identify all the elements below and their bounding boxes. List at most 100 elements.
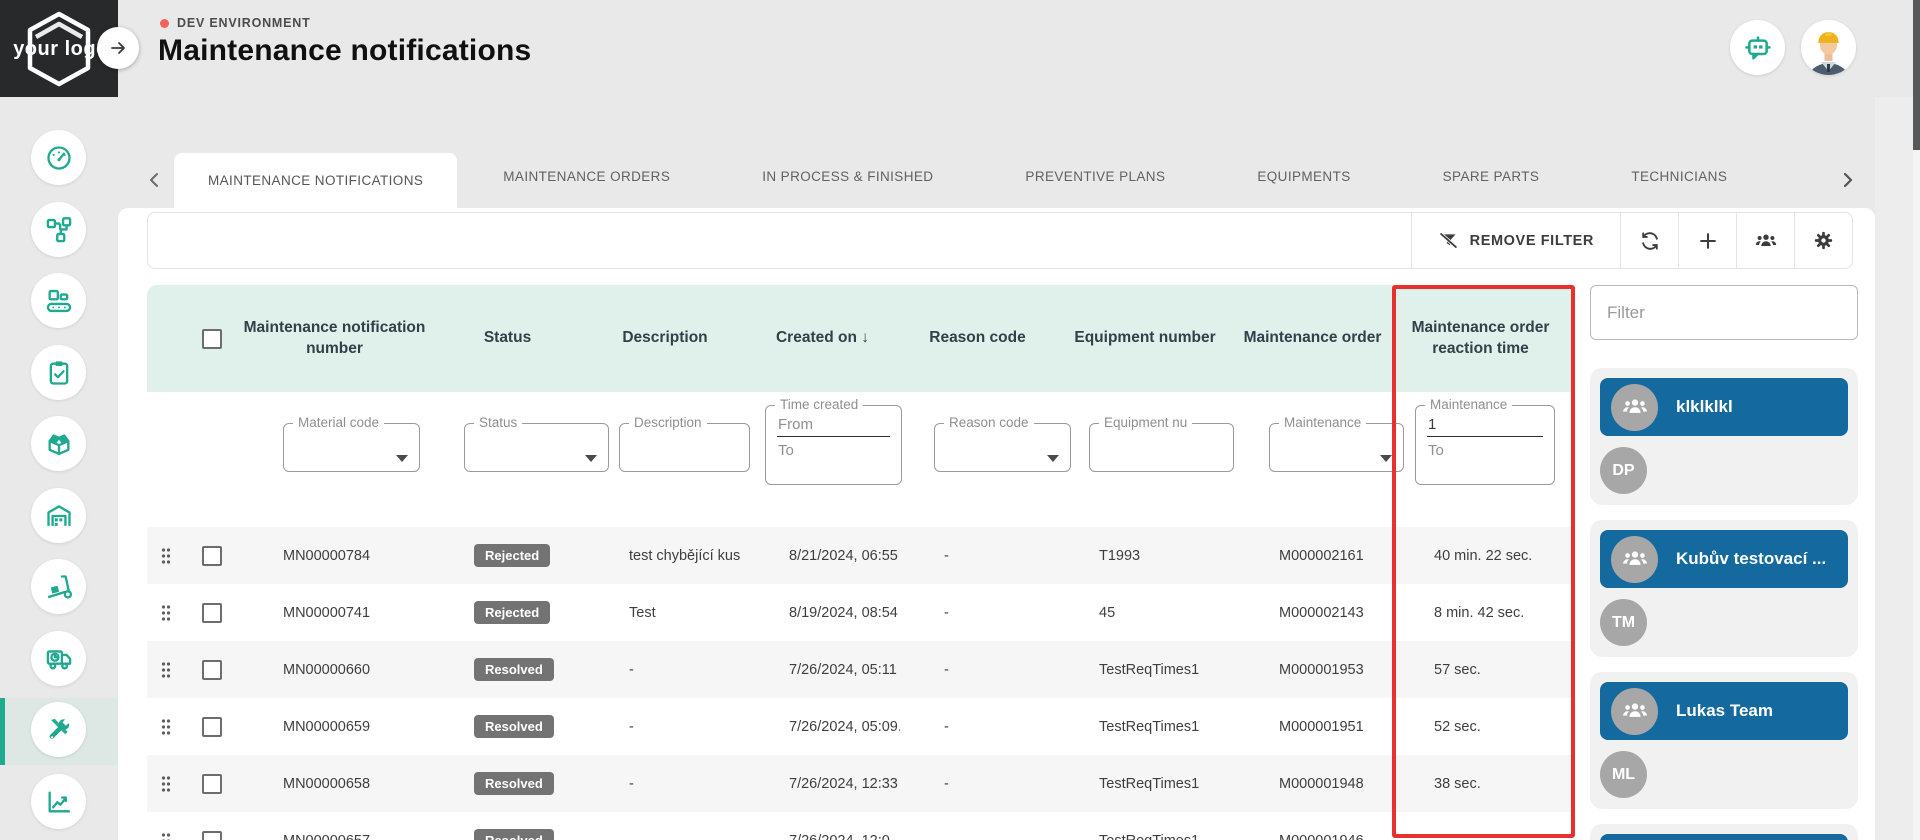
drag-handle[interactable]	[160, 547, 172, 565]
table-row: MN00000660 Resolved - 7/26/2024, 05:11 .…	[147, 641, 1571, 698]
cell-order: M000001948	[1235, 776, 1390, 792]
drag-handle[interactable]	[160, 718, 172, 736]
drag-handle[interactable]	[160, 832, 172, 840]
workflow-icon	[45, 216, 73, 244]
column-header-number[interactable]: Maintenance notification number	[239, 318, 430, 360]
filter-reason-code[interactable]: Reason code	[934, 423, 1071, 472]
row-checkbox[interactable]	[202, 774, 222, 794]
column-header-status[interactable]: Status	[430, 328, 585, 349]
cell-number: MN00000784	[239, 548, 430, 564]
dropdown-caret-icon	[585, 455, 597, 462]
add-button[interactable]	[1678, 213, 1736, 268]
environment-banner: DEV ENVIRONMENT	[160, 16, 311, 30]
tabs-scroll-left-button[interactable]	[142, 167, 168, 193]
team-header[interactable]: Lukas Team	[1600, 682, 1848, 740]
filter-maintenance-order[interactable]: Maintenance	[1269, 423, 1404, 472]
add-icon	[1697, 230, 1719, 252]
table-filter-row: Material code Status Description Time cr…	[147, 392, 1571, 512]
time-created-to-input[interactable]: To	[766, 437, 901, 459]
cell-number: MN00000658	[239, 776, 430, 792]
team-header[interactable]	[1600, 834, 1848, 840]
filter-time-created[interactable]: Time created From To	[765, 405, 902, 485]
drag-handle[interactable]	[160, 775, 172, 793]
column-header-created[interactable]: Created on ↓	[745, 328, 900, 349]
team-header[interactable]: Kubův testovací ...	[1600, 530, 1848, 588]
sidebar-collapse-button[interactable]	[97, 27, 139, 69]
team-card-partial	[1590, 824, 1858, 840]
sidebar-item-handling[interactable]	[31, 559, 86, 614]
team-group-icon	[1611, 536, 1658, 583]
row-checkbox[interactable]	[202, 660, 222, 680]
cell-description: test chybějící kus ...	[585, 548, 745, 564]
analytics-chart-icon	[45, 788, 73, 816]
sidebar-item-production[interactable]	[31, 273, 86, 328]
sort-desc-icon[interactable]: ↓	[861, 329, 869, 346]
cell-order: M000001953	[1235, 662, 1390, 678]
dashboard-gauge-icon	[45, 144, 73, 172]
column-header-order[interactable]: Maintenance order	[1235, 328, 1390, 349]
cell-order: M000001946	[1235, 833, 1390, 840]
cell-equipment: TestReqTimes1	[1055, 662, 1235, 678]
tab-preventive-plans[interactable]: PREVENTIVE PLANS	[979, 145, 1211, 208]
sidebar-item-workflow[interactable]	[31, 202, 86, 257]
team-name: Lukas Team	[1676, 701, 1773, 721]
sidebar-item-maintenance[interactable]	[31, 702, 86, 757]
settings-button[interactable]	[1794, 213, 1852, 268]
filter-reaction-time[interactable]: Maintenance 1 To	[1415, 405, 1555, 485]
cell-reason: -	[900, 776, 1055, 792]
refresh-button[interactable]	[1620, 213, 1678, 268]
team-header[interactable]: klklklkl	[1600, 378, 1848, 436]
scrollbar-thumb[interactable]	[1913, 0, 1920, 150]
column-header-description[interactable]: Description	[585, 328, 745, 349]
chatbot-button[interactable]	[1730, 20, 1785, 75]
cell-order: M000001951	[1235, 719, 1390, 735]
cell-status: Rejected	[430, 601, 585, 624]
user-menu-button[interactable]	[1801, 20, 1856, 75]
cell-description: -	[585, 662, 745, 678]
sidebar-item-dashboard[interactable]	[31, 130, 86, 185]
teams-button[interactable]	[1736, 213, 1794, 268]
tab-equipments[interactable]: EQUIPMENTS	[1211, 145, 1396, 208]
sidebar-item-delivery[interactable]	[31, 631, 86, 686]
select-all-checkbox[interactable]	[202, 329, 222, 349]
filter-description[interactable]: Description	[619, 423, 750, 472]
column-header-reason[interactable]: Reason code	[900, 328, 1055, 349]
sidebar-active-bar	[0, 698, 5, 765]
cell-description: -	[585, 719, 745, 735]
tabs-scroll-right-button[interactable]	[1834, 167, 1860, 193]
cell-reaction: 57 sec.	[1390, 662, 1571, 678]
cell-status: Resolved	[430, 658, 585, 681]
delivery-truck-icon	[45, 645, 73, 673]
filter-equipment-number[interactable]: Equipment nu	[1089, 423, 1234, 472]
sidebar-item-tasks[interactable]	[31, 345, 86, 400]
cell-number: MN00000657	[239, 833, 430, 840]
sidebar-item-warehouse[interactable]	[31, 488, 86, 543]
tab-maintenance-notifications[interactable]: MAINTENANCE NOTIFICATIONS	[174, 153, 457, 208]
cell-equipment: T1993	[1055, 548, 1235, 564]
column-header-equipment[interactable]: Equipment number	[1055, 328, 1235, 349]
tab-maintenance-orders[interactable]: MAINTENANCE ORDERS	[457, 145, 716, 208]
drag-handle[interactable]	[160, 604, 172, 622]
team-name: Kubův testovací ...	[1676, 549, 1826, 569]
filter-material-code[interactable]: Material code	[283, 423, 420, 472]
reaction-to-input[interactable]: To	[1416, 437, 1554, 459]
tab-spare-parts[interactable]: SPARE PARTS	[1397, 145, 1586, 208]
row-checkbox[interactable]	[202, 717, 222, 737]
column-header-reaction[interactable]: Maintenance order reaction time	[1390, 318, 1571, 360]
cell-created: 7/26/2024, 05:11 ...	[745, 662, 900, 678]
team-card: Kubův testovací ... TM	[1590, 520, 1858, 657]
row-checkbox[interactable]	[202, 546, 222, 566]
sidebar-item-analytics[interactable]	[31, 774, 86, 829]
cell-equipment: TestReqTimes1	[1055, 719, 1235, 735]
teams-filter-input[interactable]	[1590, 285, 1858, 340]
cell-reason: -	[900, 662, 1055, 678]
row-checkbox[interactable]	[202, 603, 222, 623]
filter-status[interactable]: Status	[464, 423, 609, 472]
remove-filter-button[interactable]: REMOVE FILTER	[1411, 213, 1620, 268]
cell-created: 7/26/2024, 12:33 ...	[745, 776, 900, 792]
tab-technicians[interactable]: TECHNICIANS	[1585, 145, 1773, 208]
row-checkbox[interactable]	[202, 831, 222, 840]
sidebar-item-packages[interactable]	[31, 416, 86, 471]
tab-in-process-finished[interactable]: IN PROCESS & FINISHED	[716, 145, 979, 208]
drag-handle[interactable]	[160, 661, 172, 679]
